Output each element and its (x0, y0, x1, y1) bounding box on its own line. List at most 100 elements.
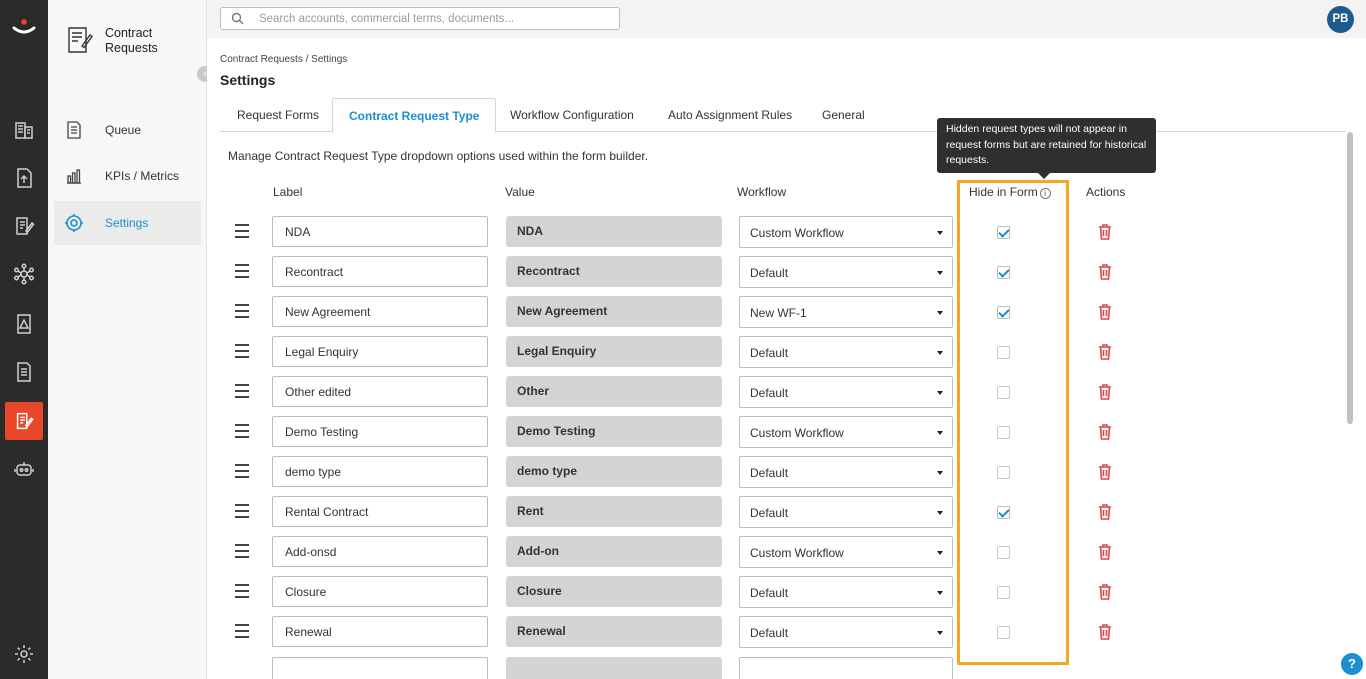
workflow-select[interactable]: Default (739, 336, 953, 368)
delete-trash-icon[interactable] (1097, 223, 1113, 241)
table-row-partial (207, 657, 1347, 679)
workflow-selected-value: Default (750, 626, 789, 640)
sidebar-item-settings[interactable]: Settings (54, 201, 201, 245)
caret-down-icon (937, 431, 943, 435)
hide-in-form-checkbox[interactable] (997, 266, 1010, 279)
delete-trash-icon[interactable] (1097, 263, 1113, 281)
drag-handle-icon[interactable] (235, 224, 249, 238)
drag-handle-icon[interactable] (235, 624, 249, 638)
workflow-select[interactable]: Custom Workflow (739, 216, 953, 248)
workflow-select-partial[interactable] (739, 657, 953, 679)
hide-in-form-checkbox[interactable] (997, 466, 1010, 479)
search-input[interactable] (259, 12, 599, 25)
hide-in-form-checkbox[interactable] (997, 346, 1010, 359)
workflow-selected-value: Default (750, 346, 789, 360)
caret-down-icon (937, 231, 943, 235)
top-bar: PB (207, 0, 1366, 38)
upload-document-icon[interactable] (12, 166, 36, 190)
info-icon[interactable]: i (1039, 188, 1051, 199)
scrollbar[interactable] (1347, 132, 1353, 424)
buildings-icon[interactable] (12, 118, 36, 142)
settings-gear-icon[interactable] (12, 642, 36, 666)
delete-trash-icon[interactable] (1097, 383, 1113, 401)
user-avatar[interactable]: PB (1327, 6, 1354, 33)
delete-trash-icon[interactable] (1097, 423, 1113, 441)
workflow-select[interactable]: Default (739, 496, 953, 528)
drag-handle-icon[interactable] (235, 584, 249, 598)
tab-auto-assignment-rules[interactable]: Auto Assignment Rules (668, 108, 792, 122)
workflow-select[interactable]: Default (739, 256, 953, 288)
drag-handle-icon[interactable] (235, 504, 249, 518)
hide-in-form-checkbox[interactable] (997, 226, 1010, 239)
document-list-icon[interactable] (12, 360, 36, 384)
delete-trash-icon[interactable] (1097, 303, 1113, 321)
breadcrumb[interactable]: Contract Requests / Settings (220, 54, 347, 65)
label-input[interactable] (272, 296, 488, 327)
hide-in-form-checkbox[interactable] (997, 426, 1010, 439)
hide-in-form-checkbox[interactable] (997, 506, 1010, 519)
table-row: Recontract Default (207, 256, 1347, 288)
search-icon (231, 12, 244, 25)
delete-trash-icon[interactable] (1097, 583, 1113, 601)
label-input[interactable] (272, 376, 488, 407)
caret-down-icon (937, 271, 943, 275)
label-input[interactable] (272, 576, 488, 607)
table-row: Add-on Custom Workflow (207, 536, 1347, 568)
drag-handle-icon[interactable] (235, 424, 249, 438)
app-rail (0, 0, 48, 679)
drag-handle-icon[interactable] (235, 344, 249, 358)
label-input[interactable] (272, 496, 488, 527)
drag-handle-icon[interactable] (235, 544, 249, 558)
tab-workflow-configuration[interactable]: Workflow Configuration (510, 108, 634, 122)
label-input[interactable] (272, 256, 488, 287)
drag-handle-icon[interactable] (235, 264, 249, 278)
delete-trash-icon[interactable] (1097, 623, 1113, 641)
workflow-select[interactable]: Default (739, 456, 953, 488)
robot-icon[interactable] (12, 457, 36, 481)
workflow-selected-value: Default (750, 506, 789, 520)
logo-icon[interactable] (12, 18, 36, 38)
workflow-select[interactable]: Default (739, 616, 953, 648)
hide-in-form-checkbox[interactable] (997, 306, 1010, 319)
tab-request-forms[interactable]: Request Forms (237, 108, 319, 122)
sidebar-item-queue[interactable]: Queue (54, 108, 201, 152)
hide-in-form-checkbox[interactable] (997, 386, 1010, 399)
workflow-select[interactable]: New WF-1 (739, 296, 953, 328)
caret-down-icon (937, 631, 943, 635)
delete-trash-icon[interactable] (1097, 343, 1113, 361)
workflow-select[interactable]: Custom Workflow (739, 416, 953, 448)
workflow-selected-value: Custom Workflow (750, 546, 844, 560)
tab-contract-request-type[interactable]: Contract Request Type (332, 98, 497, 133)
drag-handle-icon[interactable] (235, 464, 249, 478)
workflow-select[interactable]: Default (739, 576, 953, 608)
label-input[interactable] (272, 216, 488, 247)
drag-handle-icon[interactable] (235, 304, 249, 318)
delete-trash-icon[interactable] (1097, 503, 1113, 521)
label-input[interactable] (272, 616, 488, 647)
label-input-partial[interactable] (272, 657, 488, 679)
hide-in-form-checkbox[interactable] (997, 626, 1010, 639)
delete-trash-icon[interactable] (1097, 463, 1113, 481)
label-input[interactable] (272, 416, 488, 447)
delete-trash-icon[interactable] (1097, 543, 1113, 561)
network-icon[interactable] (12, 262, 36, 286)
hide-in-form-checkbox[interactable] (997, 546, 1010, 559)
label-input[interactable] (272, 336, 488, 367)
label-input[interactable] (272, 456, 488, 487)
workflow-select[interactable]: Default (739, 376, 953, 408)
workflow-selected-value: Custom Workflow (750, 426, 844, 440)
edit-document-icon[interactable] (12, 214, 36, 238)
global-search[interactable] (220, 7, 620, 30)
sidebar-item-kpis-metrics[interactable]: KPIs / Metrics (54, 154, 201, 198)
table-row: Closure Default (207, 576, 1347, 608)
help-button[interactable]: ? (1341, 653, 1363, 675)
tab-general[interactable]: General (822, 108, 865, 122)
contract-requests-icon[interactable] (5, 402, 43, 440)
hide-in-form-checkbox[interactable] (997, 586, 1010, 599)
column-header-hide-label: Hide in Form (969, 185, 1038, 199)
drag-handle-icon[interactable] (235, 384, 249, 398)
label-input[interactable] (272, 536, 488, 567)
workflow-select[interactable]: Custom Workflow (739, 536, 953, 568)
workflow-selected-value: Default (750, 466, 789, 480)
warning-document-icon[interactable] (12, 312, 36, 336)
